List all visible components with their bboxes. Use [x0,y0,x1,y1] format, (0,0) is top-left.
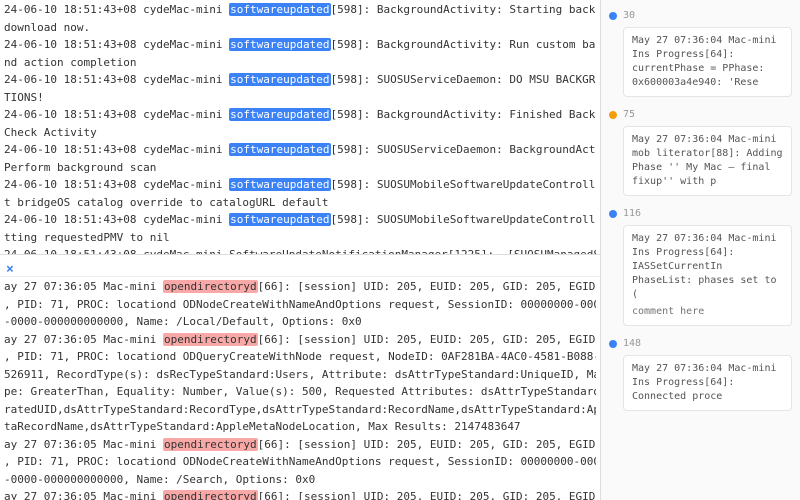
highlighted-process: softwareupdated [229,213,330,226]
log-line[interactable]: -0000-000000000000, Name: /Local/Default… [4,314,596,331]
log-line[interactable]: ay 27 07:36:05 Mac-mini opendirectoryd[6… [4,489,596,500]
log-line[interactable]: -0000-000000000000, Name: /Search, Optio… [4,472,596,489]
annotation-card[interactable]: May 27 07:36:04 Mac-mini mob literator[8… [623,126,792,196]
log-line[interactable]: download now. [4,20,596,37]
split-close-bar: × [0,255,600,277]
highlighted-process: softwareupdated [229,108,330,121]
lower-log-section[interactable]: ay 27 07:36:05 Mac-mini opendirectoryd[6… [0,277,600,500]
annotation-header: 30 [609,8,792,23]
status-dot [609,340,617,348]
log-line[interactable]: taRecordName,dsAttrTypeStandard:AppleMet… [4,419,596,436]
log-line[interactable]: 24-06-10 18:51:43+08 cydeMac-mini softwa… [4,212,596,229]
log-line[interactable]: ay 27 07:36:05 Mac-mini opendirectoryd[6… [4,279,596,296]
highlighted-process: softwareupdated [229,3,330,16]
log-line[interactable]: , PID: 71, PROC: locationd ODNodeCreateW… [4,454,596,471]
annotation-item[interactable]: 30 May 27 07:36:04 Mac-mini Ins Progress[… [609,8,792,97]
line-number: 30 [623,8,635,23]
log-line[interactable]: 24-06-10 18:51:43+08 cydeMac-mini softwa… [4,2,596,19]
log-line[interactable]: , PID: 71, PROC: locationd ODNodeCreateW… [4,297,596,314]
annotation-header: 116 [609,206,792,221]
log-line[interactable]: Check Activity [4,125,596,142]
annotation-header: 148 [609,336,792,351]
comment-input[interactable] [632,306,783,317]
log-line[interactable]: ratedUID,dsAttrTypeStandard:RecordType,d… [4,402,596,419]
annotations-sidebar[interactable]: 30 May 27 07:36:04 Mac-mini Ins Progress[… [600,0,800,500]
annotation-text: May 27 07:36:04 Mac-mini Ins Progress[64… [632,232,783,302]
annotation-item[interactable]: 75 May 27 07:36:04 Mac-mini mob literator… [609,107,792,196]
annotation-item[interactable]: 116 May 27 07:36:04 Mac-mini Ins Progress… [609,206,792,326]
log-line[interactable]: 526911, RecordType(s): dsRecTypeStandard… [4,367,596,384]
annotation-header: 75 [609,107,792,122]
line-number: 116 [623,206,641,221]
highlighted-process: opendirectoryd [163,333,258,346]
highlighted-process: softwareupdated [229,73,330,86]
highlighted-process: opendirectoryd [163,438,258,451]
upper-log-section[interactable]: 24-06-10 18:51:43+08 cydeMac-mini softwa… [0,0,600,255]
highlighted-process: opendirectoryd [163,280,258,293]
annotation-card[interactable]: May 27 07:36:04 Mac-mini Ins Progress[64… [623,27,792,97]
log-line[interactable]: 24-06-10 18:51:43+08 cydeMac-mini softwa… [4,107,596,124]
highlighted-process: opendirectoryd [163,490,258,500]
log-line[interactable]: 24-06-10 18:51:43+08 cydeMac-mini softwa… [4,177,596,194]
line-number: 75 [623,107,635,122]
status-dot [609,12,617,20]
log-line[interactable]: 24-06-10 18:51:43+08 cydeMac-mini softwa… [4,72,596,89]
status-dot [609,111,617,119]
close-icon[interactable]: × [6,260,18,272]
annotation-text: May 27 07:36:04 Mac-mini Ins Progress[64… [632,34,783,90]
log-line[interactable]: nd action completion [4,55,596,72]
log-line[interactable]: 24-06-10 18:51:43+08 cydeMac-mini softwa… [4,142,596,159]
annotation-card[interactable]: May 27 07:36:04 Mac-mini Ins Progress[64… [623,355,792,411]
log-line[interactable]: , PID: 71, PROC: locationd ODQueryCreate… [4,349,596,366]
annotation-card[interactable]: May 27 07:36:04 Mac-mini Ins Progress[64… [623,225,792,326]
status-dot [609,210,617,218]
log-line[interactable]: ay 27 07:36:05 Mac-mini opendirectoryd[6… [4,332,596,349]
annotation-item[interactable]: 148 May 27 07:36:04 Mac-mini Ins Progress… [609,336,792,411]
highlighted-process: softwareupdated [229,178,330,191]
app-container: 24-06-10 18:51:43+08 cydeMac-mini softwa… [0,0,800,500]
annotation-text: May 27 07:36:04 Mac-mini Ins Progress[64… [632,362,783,404]
highlighted-process: softwareupdated [229,143,330,156]
log-line[interactable]: 24-06-10 18:51:43+08 cydeMac-mini softwa… [4,37,596,54]
log-line[interactable]: 24-06-10 18:51:43+08 cydeMac-mini Softwa… [4,247,596,255]
line-number: 148 [623,336,641,351]
log-line[interactable]: Perform background scan [4,160,596,177]
log-line[interactable]: pe: GreaterThan, Equality: Number, Value… [4,384,596,401]
log-line[interactable]: t bridgeOS catalog override to catalogUR… [4,195,596,212]
main-log-panel: 24-06-10 18:51:43+08 cydeMac-mini softwa… [0,0,600,500]
log-line[interactable]: TIONS! [4,90,596,107]
annotation-text: May 27 07:36:04 Mac-mini mob literator[8… [632,133,783,189]
log-line[interactable]: tting requestedPMV to nil [4,230,596,247]
log-line[interactable]: ay 27 07:36:05 Mac-mini opendirectoryd[6… [4,437,596,454]
highlighted-process: softwareupdated [229,38,330,51]
